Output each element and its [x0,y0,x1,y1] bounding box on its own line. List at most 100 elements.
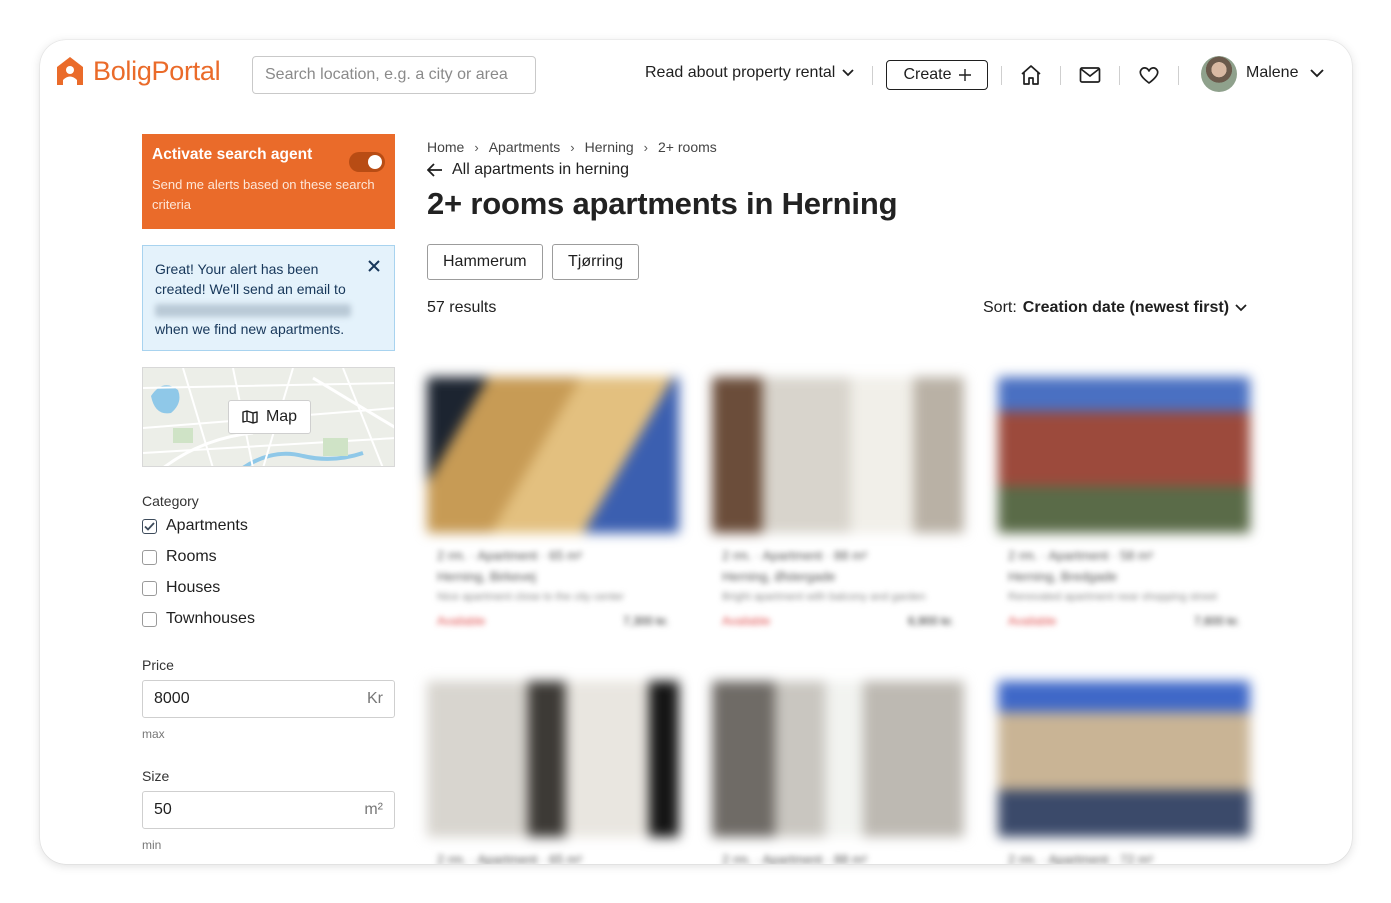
back-link[interactable]: All apartments in herning [427,161,629,179]
create-button[interactable]: Create [886,60,988,90]
header-divider [1001,66,1002,85]
plus-icon [958,69,971,81]
price-value: 8000 [154,690,190,707]
sort-dropdown[interactable]: Sort: Creation date (newest first) [983,299,1247,317]
listing-info: 2 rm. · Apartment · 88 m² [712,837,964,864]
listing-card[interactable]: 2 rm. · Apartment · 72 m² [998,681,1250,864]
back-link-label: All apartments in herning [452,161,629,178]
size-hint: min [142,838,162,852]
heart-icon[interactable] [1138,64,1160,86]
chevron-down-icon [842,69,854,77]
listing-title: 2 rm. · Apartment · 88 m² [722,548,868,563]
header-divider [1119,66,1120,85]
listing-price: 7,300 kr. [622,614,669,628]
checkbox-label: Houses [166,579,221,596]
chevron-down-icon [1310,68,1325,77]
listing-card[interactable]: 2 rm. · Apartment · 88 m² Herning, Øster… [712,377,964,628]
sort-label: Sort: [983,299,1017,316]
breadcrumb-herning[interactable]: Herning [585,139,634,155]
listing-image [427,681,679,837]
notice-text-end: when we find new apartments. [155,321,345,337]
category-townhouses-checkbox[interactable]: Townhouses [142,610,255,628]
sort-value: Creation date (newest first) [1022,299,1230,316]
user-name: Malene [1246,64,1299,81]
checkbox-box[interactable] [142,518,157,534]
size-field[interactable]: 50 m² [142,791,395,829]
create-button-label: Create [903,66,952,83]
listing-title: 2 rm. · Apartment · 58 m² [1008,548,1154,563]
size-unit: m² [364,801,383,818]
listing-card[interactable]: 2 rm. · Apartment · 65 m² Herning, Birke… [427,377,679,628]
header-divider [1060,66,1061,85]
header-divider [872,66,873,85]
listing-info: 2 rm. · Apartment · 58 m² Herning, Bredg… [998,533,1250,628]
breadcrumb-home[interactable]: Home [427,139,464,155]
price-field[interactable]: 8000 Kr [142,680,395,718]
home-icon[interactable] [1020,64,1042,86]
listing-info: 2 rm. · Apartment · 72 m² [998,837,1250,864]
listing-image [998,377,1250,533]
map-preview[interactable]: Map [142,367,395,467]
alert-created-notice: Great! Your alert has been created! We'l… [142,245,395,351]
breadcrumb: Home › Apartments › Herning › 2+ rooms [427,139,717,155]
search-agent-toggle[interactable] [349,152,385,172]
notice-text: Great! Your alert has been created! We'l… [155,261,346,297]
logo[interactable]: BoligPortal [55,55,221,87]
chip-tjorring[interactable]: Tjørring [552,244,640,280]
listing-address: Herning, Østergade [722,569,836,584]
category-rooms-checkbox[interactable]: Rooms [142,548,217,566]
browser-window: BoligPortal Read about property rental C… [40,40,1352,864]
listing-card[interactable]: 2 rm. · Apartment · 88 m² [712,681,964,864]
mail-icon[interactable] [1079,64,1101,86]
page-title: 2+ rooms apartments in Herning [427,186,898,221]
close-icon[interactable] [368,260,380,272]
redacted-email [155,303,351,317]
price-label: Price [142,657,174,673]
listing-card[interactable]: 2 rm. · Apartment · 65 m² [427,681,679,864]
listing-info: 2 rm. · Apartment · 88 m² Herning, Øster… [712,533,964,628]
breadcrumb-apartments[interactable]: Apartments [489,139,561,155]
listing-address: Herning, Bredgade [1008,569,1118,584]
listing-card[interactable]: 2 rm. · Apartment · 58 m² Herning, Bredg… [998,377,1250,628]
listing-description: Bright apartment with balcony and garden [722,591,926,603]
checkbox-box[interactable] [142,580,157,596]
search-input[interactable] [252,56,536,94]
listing-tag: Available [1008,614,1057,628]
size-label: Size [142,768,170,784]
arrow-left-icon [427,163,442,177]
listing-image [712,681,964,837]
price-hint: max [142,727,165,741]
header-divider [1178,66,1179,85]
listing-image [998,681,1250,837]
search-agent-subtitle: Send me alerts based on these search cri… [152,177,375,212]
chevron-right-icon: › [570,139,575,155]
map-button-label: Map [265,408,298,425]
check-icon [144,521,155,531]
read-about-menu[interactable]: Read about property rental [645,64,854,82]
checkbox-box[interactable] [142,549,157,565]
listing-title: 2 rm. · Apartment · 65 m² [437,548,583,563]
breadcrumb-current: 2+ rooms [658,139,717,155]
category-houses-checkbox[interactable]: Houses [142,579,220,597]
results-count: 57 results [427,299,497,316]
logo-text: BoligPortal [93,55,221,86]
read-about-label: Read about property rental [645,64,836,81]
listing-description: Renovated apartment near shopping street [1008,591,1218,603]
avatar[interactable] [1201,56,1237,92]
listing-description: Nice apartment close to the city center [437,591,625,603]
user-menu[interactable]: Malene [1246,64,1325,82]
map-button[interactable]: Map [228,400,311,434]
checkbox-label: Rooms [166,548,217,565]
search-agent-panel: Activate search agent Send me alerts bas… [142,134,395,229]
chip-hammerum[interactable]: Hammerum [427,244,543,280]
chevron-right-icon: › [474,139,479,155]
chevron-right-icon: › [643,139,649,155]
category-label: Category [142,493,199,509]
price-unit: Kr [367,690,383,707]
checkbox-box[interactable] [142,611,157,627]
category-apartments-checkbox[interactable]: Apartments [142,517,248,535]
listing-tag: Available [437,614,486,628]
listing-title: 2 rm. · Apartment · 72 m² [1008,852,1154,864]
listing-tag: Available [722,614,771,628]
listing-image [712,377,964,533]
